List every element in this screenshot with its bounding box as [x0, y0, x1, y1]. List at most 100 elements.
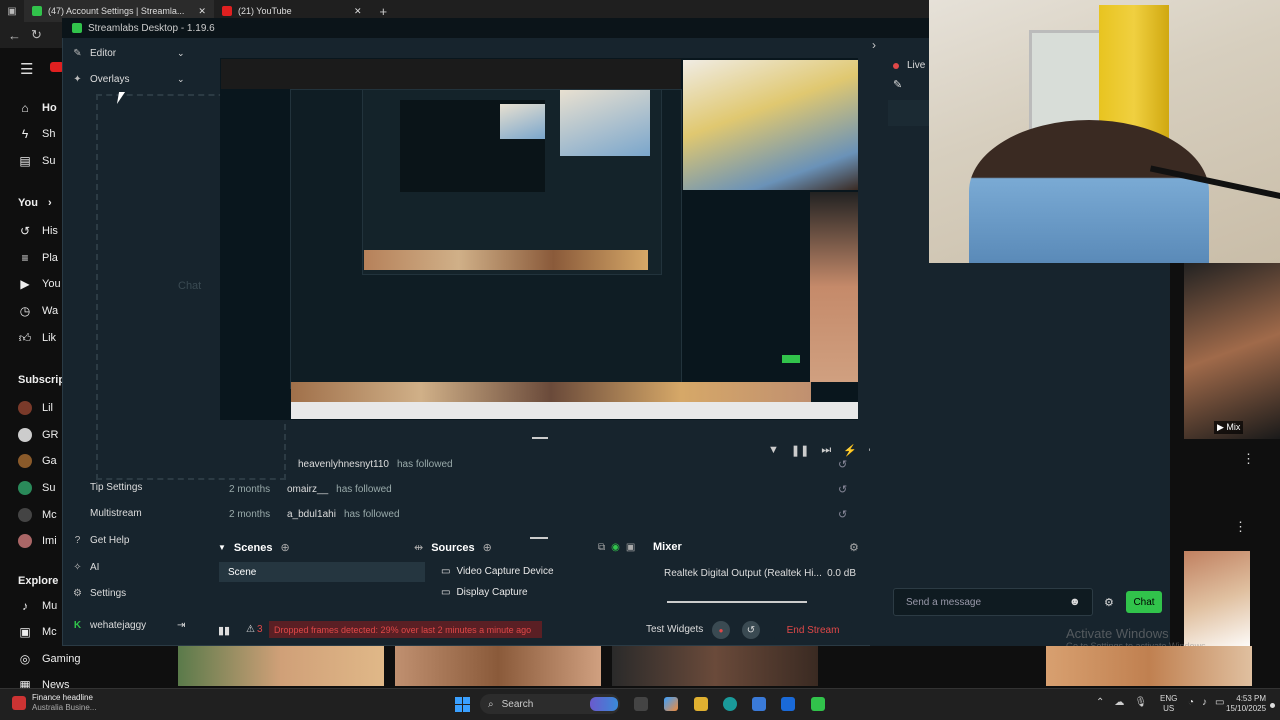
panel-resize-handle[interactable]	[530, 537, 548, 539]
taskbar-search[interactable]: ⌕ Search	[480, 694, 620, 714]
scenes-header: ▼ Scenes ⊕	[218, 541, 290, 555]
sidebar-item-editor[interactable]: ✎ Editor ⌄	[72, 48, 185, 59]
mixer-volume-slider[interactable]	[667, 601, 807, 603]
sidebar-item-you[interactable]: You ›	[18, 197, 52, 209]
add-scene-icon[interactable]: ⊕	[280, 541, 289, 554]
subscription-item[interactable]: Imi	[18, 534, 57, 548]
reload-icon[interactable]: ↻	[31, 27, 42, 43]
close-tab-icon[interactable]: ✕	[354, 6, 362, 17]
group-icon[interactable]: ⧉	[598, 542, 605, 553]
language-indicator[interactable]: ENG US	[1160, 694, 1177, 714]
more-options-icon[interactable]: ⋮	[1234, 519, 1247, 535]
end-stream-button[interactable]: End Stream	[774, 620, 852, 640]
skip-icon[interactable]: ⏭	[821, 444, 831, 457]
edge-icon[interactable]	[723, 697, 737, 711]
window-menu-icon[interactable]: ▣	[0, 6, 24, 17]
filter-icon[interactable]: ▼	[768, 444, 779, 457]
sidebar-item-subscriptions[interactable]: ▤ Su	[18, 154, 55, 168]
source-item[interactable]: ▭ Video Capture Device	[441, 566, 554, 577]
file-explorer-icon[interactable]	[694, 697, 708, 711]
avatar	[18, 481, 32, 495]
notification-dot[interactable]	[1270, 703, 1275, 708]
dropped-frames-alert[interactable]: Dropped frames detected: 29% over last 2…	[269, 621, 542, 638]
sidebar-item-watch-later[interactable]: ◷ Wa	[18, 304, 58, 318]
hamburger-menu-icon[interactable]: ☰	[20, 60, 33, 78]
chat-settings-icon[interactable]: ⚙	[1104, 596, 1114, 609]
emoji-icon[interactable]: ☻	[1069, 596, 1081, 608]
display-capture-icon: ▭	[441, 587, 451, 598]
sidebar-item-music[interactable]: ♪ Mu	[18, 599, 57, 613]
pause-icon[interactable]: ❚❚	[791, 444, 809, 457]
sidebar-item-ai[interactable]: ✧ AI	[72, 562, 99, 573]
sidebar-item-your-videos[interactable]: ▶ You	[18, 277, 60, 291]
preview-chat-button	[782, 355, 800, 363]
sidebar-item-liked[interactable]: 👍︎ Lik	[18, 331, 56, 345]
thumbnail	[1184, 263, 1280, 439]
repeat-alert-icon[interactable]: ↺	[838, 508, 847, 521]
subscriptions-icon: ▤	[19, 154, 31, 168]
mix-badge: ▶ Mix	[1214, 421, 1244, 434]
volume-icon[interactable]: ♪	[1202, 697, 1207, 708]
sidebar-item-gaming[interactable]: ◎ Gaming	[18, 652, 81, 666]
back-arrow-icon[interactable]: ←	[8, 28, 21, 43]
subscription-item[interactable]: Su	[18, 481, 55, 495]
repeat-alert-icon[interactable]: ↺	[838, 458, 847, 471]
chat-message-input[interactable]: Send a message	[893, 588, 1093, 616]
mixer-settings-icon[interactable]: ⚙	[849, 541, 859, 554]
streamlabs-title-bar: Streamlabs Desktop - 1.19.6	[62, 18, 930, 38]
chevron-down-icon: ⌄	[177, 48, 185, 58]
news-widget[interactable]: Finance headline Australia Busine...	[12, 693, 96, 713]
start-button[interactable]	[455, 697, 470, 712]
alert-badge[interactable]: ⚠ 3	[246, 624, 263, 635]
sidebar-item-tip-settings[interactable]: Tip Settings	[72, 482, 142, 493]
stats-icon[interactable]: ▮▮	[218, 624, 230, 637]
outlook-icon[interactable]	[781, 697, 795, 711]
thumbnail	[612, 646, 818, 686]
subscription-item[interactable]: Mc	[18, 508, 57, 522]
logout-icon[interactable]: ⇥	[177, 620, 185, 631]
subscription-item[interactable]: Ga	[18, 454, 57, 468]
test-widgets-label: Test Widgets	[646, 624, 704, 635]
resize-handle[interactable]	[532, 437, 548, 439]
copilot-app-icon[interactable]	[664, 697, 678, 711]
sidebar-item-settings[interactable]: ⚙ Settings	[72, 588, 126, 599]
close-tab-icon[interactable]: ✕	[198, 6, 206, 17]
add-source-icon[interactable]: ⊕	[483, 541, 492, 554]
store-icon[interactable]	[752, 697, 766, 711]
chat-send-button[interactable]: Chat	[1126, 591, 1162, 613]
sidebar-item-home[interactable]: ⌂ Ho	[18, 101, 56, 115]
scene-item[interactable]: Scene	[219, 562, 425, 582]
subscription-item[interactable]: Lil	[18, 401, 53, 415]
sidebar-item-get-help[interactable]: ? Get Help	[72, 535, 130, 546]
cloud-icon[interactable]: ☁	[1114, 697, 1124, 708]
camera-icon[interactable]: ◉	[611, 542, 620, 553]
more-options-icon[interactable]: ⋮	[1242, 451, 1255, 467]
folder-icon[interactable]: ▣	[626, 542, 635, 553]
new-tab-button[interactable]: +	[380, 4, 388, 19]
sidebar-item-shorts[interactable]: ϟ Sh	[18, 127, 56, 141]
sidebar-item-playlists[interactable]: ≡ Pla	[18, 251, 57, 265]
sidebar-item-multistream[interactable]: Multistream	[72, 508, 142, 519]
clock[interactable]: 4:53 PM 15/10/2025	[1226, 694, 1266, 714]
collapse-icon[interactable]: ▼	[218, 543, 226, 552]
sidebar-item-movies[interactable]: ▣ Mc	[18, 625, 56, 639]
battery-icon[interactable]: ▭	[1215, 697, 1224, 708]
test-widget-button[interactable]: ●	[712, 621, 730, 639]
sources-toggle-icon[interactable]: ⇹	[414, 541, 423, 554]
source-item[interactable]: ▭ Display Capture	[441, 587, 528, 598]
multistream-icon	[72, 508, 83, 519]
sidebar-user[interactable]: K wehatejaggy ⇥	[72, 620, 186, 631]
edit-pencil-icon[interactable]: ✎	[893, 78, 902, 91]
mic-icon[interactable]: 🎙︎	[1134, 697, 1147, 708]
system-tray: ⌃ ☁ 🎙︎	[1096, 697, 1147, 708]
task-view-icon[interactable]	[634, 697, 648, 711]
mute-alerts-icon[interactable]: ⚡	[843, 444, 857, 457]
sidebar-item-overlays[interactable]: ✦ Overlays ⌄	[72, 74, 184, 85]
replay-widget-button[interactable]: ↺	[742, 621, 760, 639]
chevron-up-icon[interactable]: ⌃	[1096, 697, 1104, 708]
streamlabs-taskbar-icon[interactable]	[811, 697, 825, 711]
repeat-alert-icon[interactable]: ↺	[838, 483, 847, 496]
subscription-item[interactable]: GR	[18, 428, 59, 442]
wifi-icon[interactable]: ◔	[1188, 697, 1194, 708]
sidebar-item-history[interactable]: ↺ His	[18, 224, 58, 238]
